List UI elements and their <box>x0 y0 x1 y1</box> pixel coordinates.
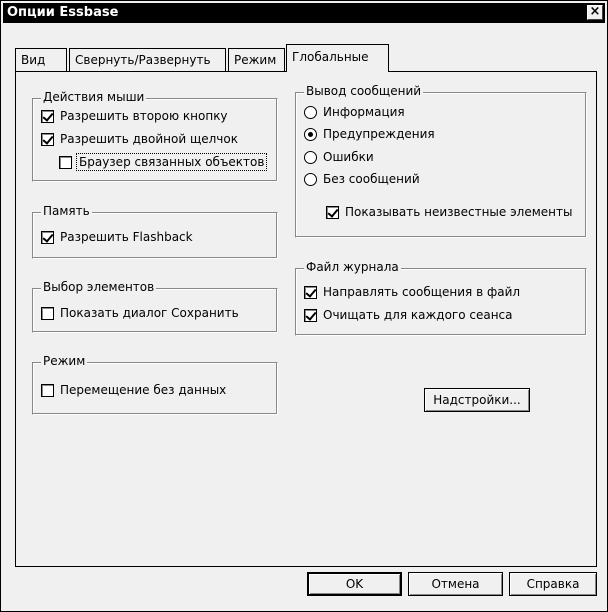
options-dialog: Опции Essbase × Вид Свернуть/Развернуть … <box>0 0 608 612</box>
memory-group: Память Разрешить Flashback <box>32 204 278 259</box>
checkbox-label: Перемещение без данных <box>60 383 227 397</box>
route-messages-to-file-checkbox[interactable]: Направлять сообщения в файл <box>304 285 520 299</box>
checkbox-label: Браузер связанных объектов <box>75 153 268 171</box>
enable-double-click-checkbox[interactable]: Разрешить двойной щелчок <box>41 132 238 146</box>
mode-title: Режим <box>41 354 88 368</box>
close-button[interactable]: × <box>587 5 603 20</box>
tab-panel-global: Действия мыши Разрешить второю кнопку Ра… <box>15 71 597 567</box>
cancel-button[interactable]: Отмена <box>408 572 503 596</box>
checkbox-box[interactable] <box>41 306 54 320</box>
log-file-title: Файл журнала <box>304 260 401 274</box>
checkbox-label: Направлять сообщения в файл <box>323 285 521 299</box>
show-save-dialog-checkbox[interactable]: Показать диалог Сохранить <box>41 306 239 320</box>
mouse-actions-group: Действия мыши Разрешить второю кнопку Ра… <box>32 90 278 182</box>
navigate-without-data-checkbox[interactable]: Перемещение без данных <box>41 383 226 397</box>
clear-each-session-checkbox[interactable]: Очищать для каждого сеанса <box>304 308 513 322</box>
radio-label: Ошибки <box>323 150 374 164</box>
message-output-group: Вывод сообщений Информация Предупреждени… <box>295 84 587 238</box>
checkbox-box[interactable] <box>41 109 54 123</box>
radio-label: Информация <box>323 105 405 119</box>
checkbox-label: Разрешить двойной щелчок <box>60 132 238 146</box>
checkbox-box[interactable] <box>304 308 317 322</box>
member-selection-title: Выбор элементов <box>41 280 157 294</box>
radio-circle[interactable] <box>304 127 317 141</box>
radio-errors[interactable]: Ошибки <box>304 150 374 164</box>
message-output-title: Вывод сообщений <box>304 84 424 98</box>
tab-collapse-expand[interactable]: Свернуть/Развернуть <box>69 48 226 71</box>
checkbox-box[interactable] <box>304 285 317 299</box>
checkbox-label: Разрешить Flashback <box>60 230 193 244</box>
radio-no-messages[interactable]: Без сообщений <box>304 172 420 186</box>
log-file-group: Файл журнала Направлять сообщения в файл… <box>295 260 587 336</box>
checkbox-label: Показывать неизвестные элементы <box>345 205 573 219</box>
radio-information[interactable]: Информация <box>304 105 405 119</box>
addins-button[interactable]: Надстройки... <box>424 388 530 412</box>
radio-label: Без сообщений <box>323 172 420 186</box>
checkbox-label: Очищать для каждого сеанса <box>323 308 513 322</box>
mode-group: Режим Перемещение без данных <box>32 354 278 415</box>
enable-second-button-checkbox[interactable]: Разрешить второю кнопку <box>41 109 228 123</box>
tab-view[interactable]: Вид <box>15 48 67 71</box>
radio-circle[interactable] <box>304 150 317 164</box>
memory-title: Память <box>41 204 92 218</box>
window-title: Опции Essbase <box>7 5 119 20</box>
enable-flashback-checkbox[interactable]: Разрешить Flashback <box>41 230 193 244</box>
title-bar[interactable]: Опции Essbase × <box>3 3 605 23</box>
radio-label: Предупреждения <box>323 127 435 141</box>
ok-button[interactable]: OK <box>307 572 402 596</box>
mouse-actions-title: Действия мыши <box>41 90 147 104</box>
checkbox-label: Разрешить второю кнопку <box>60 109 228 123</box>
tab-global[interactable]: Глобальные <box>286 44 389 72</box>
member-selection-group: Выбор элементов Показать диалог Сохранит… <box>32 280 278 333</box>
radio-warnings[interactable]: Предупреждения <box>304 127 435 141</box>
checkbox-box[interactable] <box>326 205 339 219</box>
checkbox-label: Показать диалог Сохранить <box>60 306 239 320</box>
tab-mode[interactable]: Режим <box>228 48 285 71</box>
checkbox-box[interactable] <box>41 230 54 244</box>
radio-circle[interactable] <box>304 172 317 186</box>
help-button[interactable]: Справка <box>509 572 597 596</box>
checkbox-box[interactable] <box>41 132 54 146</box>
checkbox-box[interactable] <box>59 155 72 169</box>
close-icon: × <box>589 4 601 19</box>
show-unknown-members-checkbox[interactable]: Показывать неизвестные элементы <box>326 205 572 219</box>
radio-circle[interactable] <box>304 105 317 119</box>
linked-objects-browser-checkbox[interactable]: Браузер связанных объектов <box>59 153 268 171</box>
checkbox-box[interactable] <box>41 383 54 397</box>
